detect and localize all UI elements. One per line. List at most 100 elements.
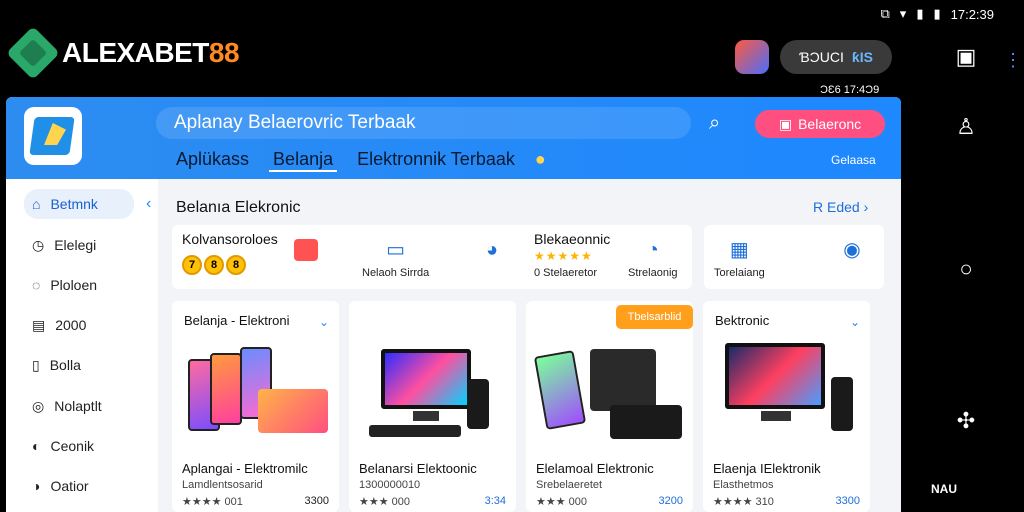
sidebar-item-label: Oatior <box>50 478 89 494</box>
ball-icon: ▯ <box>32 356 40 373</box>
card-product-sub: Elasthetmos <box>713 479 774 491</box>
laptop-icon: ◎ <box>32 397 45 414</box>
category-label: Strelaonig <box>628 267 678 279</box>
category-label: Torelaiang <box>714 267 765 279</box>
card-product-name: Belanarsi Elektoonic <box>359 461 477 476</box>
chevron-down-icon[interactable]: ⌄ <box>319 315 329 329</box>
account-pill[interactable]: ƁƆUCI ƙIS <box>780 40 892 74</box>
app-launcher-icon[interactable] <box>735 40 769 74</box>
product-card[interactable]: Bektronic ⌄ Elaenja IElektronik Elasthet… <box>703 301 870 512</box>
product-card[interactable]: Belanja - Elektroni ⌄ Aplangai - Elektro… <box>172 301 339 512</box>
sidebar-item-label: 2000 <box>55 317 87 333</box>
clock-icon: ◷ <box>32 236 45 253</box>
sidebar: ⌂ Betmnk ‹ ◷ Elelegi ◌ Ploloen ▤ 2000 ▯ … <box>6 179 156 512</box>
card-product-sub: Lamdlentsosarid <box>182 479 263 491</box>
card-rating: ★★★★ 310 <box>713 496 774 508</box>
card-product-name: Elaenja IElektronik <box>713 461 821 476</box>
card-product-sub: 1300000010 <box>359 479 421 491</box>
card-product-sub: Srebelaeretet <box>536 479 603 491</box>
clipboard-icon[interactable]: ▣ <box>949 40 983 74</box>
card-product-name: Elelamoal Elektronic <box>536 461 654 476</box>
brand-name-main: ALEXABET <box>62 37 209 68</box>
gallery-icon: ▤ <box>32 316 46 333</box>
product-card[interactable]: Belanarsi Elektoonic 1300000010 ★★★ 000 … <box>349 301 516 512</box>
cast-icon: ⧉ <box>880 6 890 21</box>
card-rating: ★★★ 000 <box>536 496 587 508</box>
header-cta-label: Belaeronc <box>798 116 862 132</box>
pinwheel-icon[interactable]: ✣ <box>949 404 983 438</box>
gallery-icon: ▦ <box>729 239 749 261</box>
chevron-down-icon[interactable]: ⌄ <box>850 315 860 329</box>
card-title: Belanja - Elektroni <box>184 313 290 328</box>
see-all-label: R Eded <box>813 199 860 215</box>
sidebar-item-bolla[interactable]: ▯ Bolla <box>24 350 134 380</box>
header-bar: Aplanay Belaerovric Terbaak ⌕ ▣ Belaeron… <box>6 97 901 179</box>
electronics-icon: ◐ <box>32 438 41 454</box>
coin-icon: 8 <box>226 255 246 275</box>
sidebar-item-label: Bolla <box>49 357 81 373</box>
emoji-icon: ● <box>534 149 546 169</box>
app-root: ⧉ ▾ ▮ ▮ 17:2:39 ALEXABET88 ƁƆUCI ƙIS ƆƐ6… <box>0 0 1024 512</box>
see-all-link[interactable]: R Eded › <box>813 199 868 215</box>
header-tabs: Aplükass Belanja Elektronnik Terbaak ● <box>176 149 546 172</box>
coin-icon: 7 <box>182 255 202 275</box>
search-icon[interactable]: ⌕ <box>709 112 720 135</box>
chat-icon: ◌ <box>32 277 41 293</box>
gift-icon[interactable] <box>294 239 318 261</box>
rail-label: NAU <box>931 482 957 496</box>
content-area: Belanıa Elekronic R Eded › Kolvansoroloe… <box>158 179 901 512</box>
card-product-name: Aplangai - Elektromilc <box>182 461 308 476</box>
product-card[interactable]: Tbelsarblid Elelamoal Elektronic Srebela… <box>526 301 693 512</box>
target-icon: ◉ <box>843 239 861 261</box>
user-icon[interactable]: ♙ <box>949 110 983 144</box>
account-pill-text: ƁƆUCI <box>799 49 844 65</box>
category-tile[interactable]: ▭ Nelaoh Sirrda <box>362 239 429 279</box>
sidebar-item-ploloen[interactable]: ◌ Ploloen <box>24 270 134 300</box>
more-icon[interactable]: ⋮ <box>1004 50 1022 71</box>
category-row: Kolvansoroloes 7 8 8 ▭ Nelaoh Sirrda ◕ B… <box>172 225 692 289</box>
category-tile[interactable]: ◔ Strelaonig <box>628 239 678 279</box>
tab-apps[interactable]: Aplükass <box>176 149 249 172</box>
card-price: 3300 <box>835 495 860 507</box>
card-title: Bektronic <box>715 313 770 328</box>
card-rating: ★★★ 000 <box>359 496 410 508</box>
brand-logo[interactable]: ALEXABET88 <box>6 26 240 80</box>
header-cta-button[interactable]: ▣ Belaeronc <box>755 110 885 138</box>
header-right-label[interactable]: Gelaasa <box>831 153 876 167</box>
settings-icon: ◑ <box>32 478 41 494</box>
row-sub: 0 Stelaeretor <box>534 267 597 279</box>
tab-elektronik[interactable]: Elektronnik Terbaak <box>357 149 515 172</box>
brand-name-accent: 88 <box>208 37 240 68</box>
main-panel: Aplanay Belaerovric Terbaak ⌕ ▣ Belaeron… <box>6 97 901 512</box>
logo-mark-icon <box>6 26 60 80</box>
sidebar-item-elelegi[interactable]: ◷ Elelegi <box>24 230 134 260</box>
promo-badge: Tbelsarblid <box>616 305 693 329</box>
category-tile[interactable]: ▦ Torelaiang <box>714 239 765 279</box>
drive-icon: ◔ <box>646 239 659 261</box>
sidebar-item-oatior[interactable]: ◑ Oatior <box>24 471 134 501</box>
category-tile[interactable]: ◉ <box>840 239 864 261</box>
sidebar-item-label: Nolaptlt <box>54 398 102 414</box>
sidebar-item-ceonik[interactable]: ◐ Ceonik <box>24 431 134 461</box>
brand-name: ALEXABET88 <box>62 37 240 69</box>
sidebar-item-label: Betmnk <box>50 196 98 212</box>
category-row-secondary: ▦ Torelaiang ◉ <box>704 225 884 289</box>
collapse-chevron-icon[interactable]: ‹ <box>146 195 151 213</box>
sidebar-item-2000[interactable]: ▤ 2000 <box>24 310 134 340</box>
account-pill-badge: ƙIS <box>851 49 873 65</box>
row-title-2: Blekaeonnic <box>534 231 611 247</box>
monitor-icon: ▭ <box>386 239 406 261</box>
card-rating: ★★★★ 001 <box>182 496 243 508</box>
card-price: 3300 <box>304 495 329 507</box>
sidebar-item-nolaptlt[interactable]: ◎ Nolaptlt <box>24 391 134 421</box>
sidebar-item-label: Ceonik <box>50 438 95 454</box>
coin-badges: 7 8 8 <box>182 255 246 275</box>
home-circle-icon[interactable]: ○ <box>949 252 983 286</box>
chevron-right-icon: › <box>863 199 869 215</box>
header-app-logo[interactable] <box>24 107 82 165</box>
sidebar-item-betmnk[interactable]: ⌂ Betmnk <box>24 189 134 219</box>
row-title: Kolvansoroloes <box>182 231 278 247</box>
tab-belanja[interactable]: Belanja <box>269 149 338 172</box>
wallet-icon: ▣ <box>778 115 793 132</box>
category-tile[interactable]: ◕ <box>480 239 504 261</box>
